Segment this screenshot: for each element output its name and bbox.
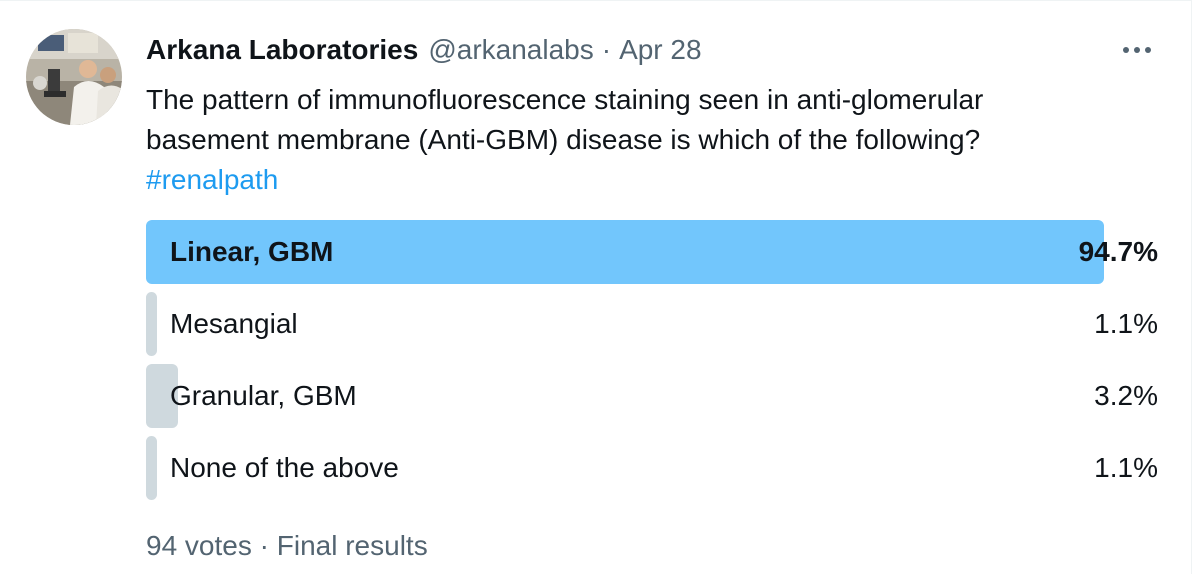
tweet-header: Arkana Laboratories @arkanalabs · Apr 28 (146, 30, 702, 70)
tweet-text-line: basement membrane (Anti-GBM) disease is … (146, 124, 981, 155)
tweet-date[interactable]: Apr 28 (619, 30, 702, 70)
poll-option-label: Linear, GBM (170, 236, 334, 267)
poll-status: Final results (276, 530, 428, 561)
more-horizontal-icon (1123, 47, 1151, 53)
author-handle[interactable]: @arkanalabs (428, 30, 593, 70)
poll-option: Mesangial 1.1% (146, 292, 1158, 356)
poll-option-percent: 1.1% (1094, 308, 1158, 339)
poll-result-bar (146, 292, 158, 356)
header-separator: · (601, 34, 612, 65)
poll-option-label: Mesangial (170, 308, 298, 339)
top-border (0, 0, 1192, 1)
poll-footer: 94 votes · Final results (146, 526, 428, 566)
poll-option: Granular, GBM 3.2% (146, 364, 1158, 428)
poll-option-percent: 94.7% (1078, 236, 1158, 267)
avatar[interactable] (26, 29, 122, 125)
poll-footer-separator: · (259, 530, 269, 561)
tweet-text-line: The pattern of immunofluorescence staini… (146, 84, 984, 115)
hashtag-link[interactable]: #renalpath (146, 164, 278, 195)
poll-vote-count: 94 votes (146, 530, 252, 561)
poll-option-percent: 3.2% (1094, 380, 1158, 411)
poll-result-bar (146, 436, 158, 500)
poll-option-label: None of the above (170, 452, 399, 483)
more-options-button[interactable] (1112, 30, 1162, 70)
tweet-text: The pattern of immunofluorescence staini… (146, 80, 1146, 200)
poll-option: None of the above 1.1% (146, 436, 1158, 500)
author-name[interactable]: Arkana Laboratories (146, 30, 418, 70)
poll-option: Linear, GBM 94.7% (146, 220, 1158, 284)
poll-option-label: Granular, GBM (170, 380, 357, 411)
avatar-photo (26, 29, 122, 125)
poll-option-percent: 1.1% (1094, 452, 1158, 483)
poll: Linear, GBM 94.7% Mesangial 1.1% Granula… (146, 220, 1158, 508)
